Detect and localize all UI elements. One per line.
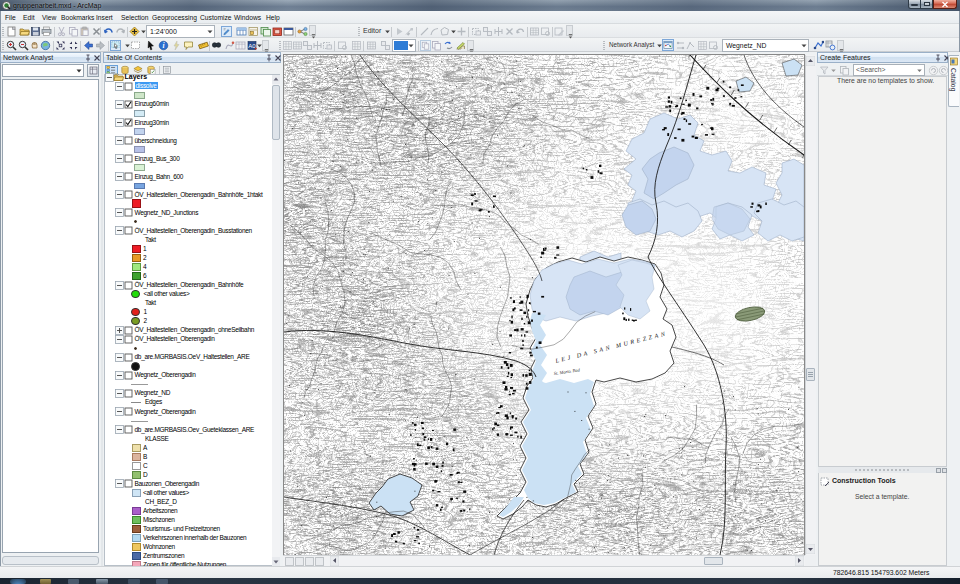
svg-text:A0: A0 xyxy=(248,42,256,48)
